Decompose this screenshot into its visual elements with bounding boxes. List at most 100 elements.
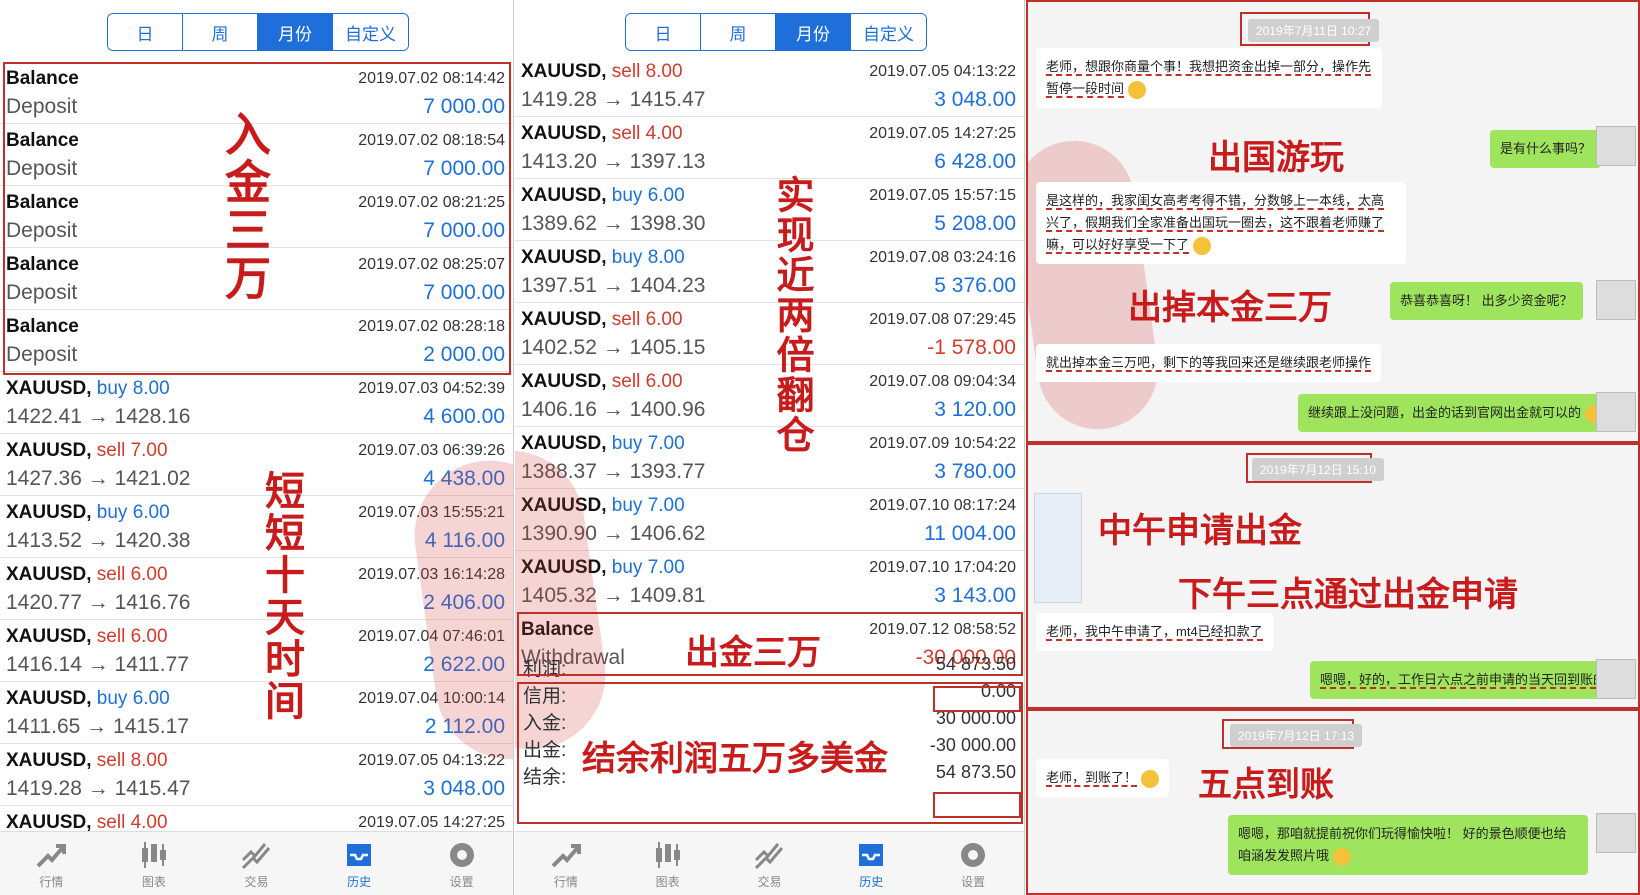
- message-text: 是有什么事吗？: [1500, 141, 1592, 156]
- tabbar-item[interactable]: 交易: [729, 837, 809, 890]
- trade-side: buy 7.00: [611, 557, 685, 578]
- tab-month[interactable]: 月份: [258, 14, 333, 50]
- trade-symbol: XAUUSD, buy 6.00: [521, 185, 685, 206]
- mt4-screenshot-thumbnail[interactable]: [1034, 493, 1082, 603]
- trade-row[interactable]: XAUUSD, sell 8.00 1419.28 → 1415.47 2019.0…: [0, 744, 513, 806]
- message-text: 老师，到账了！: [1046, 770, 1138, 787]
- trade-amount: 3 780.00: [934, 460, 1016, 483]
- avatar: [1596, 126, 1636, 166]
- trade-row[interactable]: XAUUSD, sell 4.00 1413.20 → 1397.13 2019.0…: [515, 117, 1024, 179]
- trade-symbol: XAUUSD, sell 6.00: [6, 564, 168, 585]
- grin-emoji-icon: [1140, 769, 1159, 788]
- tab-day[interactable]: 日: [108, 14, 183, 50]
- trade-symbol: XAUUSD, buy 8.00: [6, 378, 170, 399]
- chat-message: 恭喜恭喜呀！ 出多少资金呢？: [1390, 282, 1583, 320]
- tabbar-label: 设置: [961, 875, 986, 889]
- quotes-icon: [548, 837, 584, 873]
- trade-symbol: XAUUSD, sell 8.00: [6, 750, 168, 771]
- bottom-tabbar: 行情 图表 交易 历史 设置: [515, 831, 1024, 895]
- tabbar-item[interactable]: 行情: [526, 837, 606, 890]
- avatar: [1596, 280, 1636, 320]
- message-text: 恭喜恭喜呀！ 出多少资金呢？: [1400, 293, 1573, 308]
- trade-time: 2019.07.05 14:27:25: [358, 814, 505, 831]
- tabbar-item[interactable]: 历史: [319, 837, 399, 890]
- history-icon: [341, 837, 377, 873]
- tabbar-item[interactable]: 行情: [11, 837, 91, 890]
- trade-detail: 1389.62 → 1398.30: [521, 212, 706, 235]
- trade-symbol: XAUUSD, sell 6.00: [6, 626, 168, 647]
- deposit-annotation: 入金三万: [218, 110, 272, 302]
- period-tabs: 日 周 月份 自定义: [107, 13, 409, 51]
- message-text: 老师，想跟你商量个事！我想把资金出掉一部分，操作先暂停一段时间: [1046, 59, 1372, 98]
- trade-amount: 3 048.00: [423, 777, 505, 800]
- tab-month[interactable]: 月份: [776, 14, 851, 50]
- trade-time: 2019.07.03 06:39:26: [358, 442, 505, 459]
- message-text: 嗯嗯，那咱就提前祝你们玩得愉快啦！ 好的景色顺便也给咱涵发发照片哦: [1238, 826, 1567, 863]
- tabbar-item[interactable]: 图表: [114, 837, 194, 890]
- trade-detail: 1422.41 → 1428.16: [6, 405, 191, 428]
- trade-side: sell 8.00: [611, 61, 683, 82]
- trade-side: buy 8.00: [611, 247, 685, 268]
- approved-annotation: 下午三点通过出金申请: [1178, 575, 1518, 615]
- tabbar-item[interactable]: 图表: [628, 837, 708, 890]
- quotes-icon: [33, 837, 69, 873]
- trade-row[interactable]: XAUUSD, sell 8.00 1419.28 → 1415.47 2019.0…: [515, 55, 1024, 117]
- trade-side: buy 7.00: [611, 433, 685, 454]
- trade-time: 2019.07.05 04:13:22: [358, 752, 505, 769]
- tab-day[interactable]: 日: [626, 14, 701, 50]
- trade-row[interactable]: XAUUSD, buy 7.00 1390.90 → 1406.62 2019.07…: [515, 489, 1024, 551]
- trade-time: 2019.07.05 15:57:15: [869, 187, 1016, 204]
- trade-symbol: XAUUSD, buy 7.00: [521, 433, 685, 454]
- trade-time: 2019.07.08 07:29:45: [869, 311, 1016, 328]
- message-text: 是这样的，我家闺女高考考得不错，分数够上一本线，太高兴了，假期我们全家准备出国玩…: [1046, 193, 1385, 254]
- trade-side: sell 6.00: [611, 309, 683, 330]
- settings-icon: [444, 837, 480, 873]
- settings-icon: [955, 837, 991, 873]
- trade-side: buy 7.00: [611, 495, 685, 516]
- trade-side: sell 8.00: [96, 750, 168, 771]
- tab-week[interactable]: 周: [701, 14, 776, 50]
- trade-amount: 5 208.00: [934, 212, 1016, 235]
- wink-emoji-icon: [1332, 847, 1351, 866]
- tab-week[interactable]: 周: [183, 14, 258, 50]
- tabbar-label: 图表: [141, 875, 166, 889]
- tabbar-label: 图表: [655, 875, 680, 889]
- trade-symbol: XAUUSD, sell 4.00: [6, 812, 168, 831]
- trade-detail: 1406.16 → 1400.96: [521, 398, 706, 421]
- trade-row[interactable]: XAUUSD, sell 4.00 2019.07.05 14:27:25: [0, 806, 513, 831]
- chat-message: 老师，想跟你商量个事！我想把资金出掉一部分，操作先暂停一段时间: [1036, 48, 1382, 108]
- tabbar-label: 历史: [859, 875, 884, 889]
- tabbar-item[interactable]: 设置: [422, 837, 502, 890]
- grin-emoji-icon: [1192, 236, 1211, 255]
- travel-annotation: 出国游玩: [1208, 138, 1344, 178]
- history-panel-middle: 日 周 月份 自定义 XAUUSD, sell 8.00 1419.28 → 14…: [515, 0, 1025, 895]
- tab-custom[interactable]: 自定义: [851, 14, 926, 50]
- trade-symbol: XAUUSD, sell 7.00: [6, 440, 168, 461]
- trade-time: 2019.07.08 03:24:16: [869, 249, 1016, 266]
- history-panel-left: 日 周 月份 自定义 Balance Deposit 2019.07.02 08:…: [0, 0, 514, 895]
- trade-symbol: XAUUSD, sell 6.00: [521, 309, 683, 330]
- grin-emoji-icon: [1127, 80, 1146, 99]
- trade-symbol: XAUUSD, sell 4.00: [521, 123, 683, 144]
- trade-icon: [751, 837, 787, 873]
- chat-message: 是有什么事吗？: [1490, 130, 1602, 168]
- trade-side: sell 4.00: [96, 812, 168, 831]
- trade-detail: 1411.65 → 1415.17: [6, 715, 189, 738]
- trade-amount: 4 600.00: [423, 405, 505, 428]
- trade-detail: 1402.52 → 1405.15: [521, 336, 706, 359]
- trade-side: buy 6.00: [96, 688, 170, 709]
- tab-custom[interactable]: 自定义: [333, 14, 408, 50]
- trade-side: sell 6.00: [611, 371, 683, 392]
- trade-amount: 3 120.00: [934, 398, 1016, 421]
- tabbar-item[interactable]: 交易: [216, 837, 296, 890]
- period-annotation: 短短十天时间: [258, 470, 304, 722]
- trade-row[interactable]: XAUUSD, buy 8.00 1422.41 → 1428.16 2019.07…: [0, 372, 513, 434]
- trade-detail: 1427.36 → 1421.02: [6, 467, 191, 490]
- double-annotation: 实现近两倍翻仓: [770, 175, 814, 455]
- trade-symbol: XAUUSD, buy 8.00: [521, 247, 685, 268]
- message-text: 继续跟上没问题，出金的话到官网出金就可以的: [1308, 405, 1582, 420]
- tabbar-item[interactable]: 历史: [831, 837, 911, 890]
- trade-time: 2019.07.05 14:27:25: [869, 125, 1016, 142]
- tabbar-item[interactable]: 设置: [933, 837, 1013, 890]
- tabbar-label: 行情: [39, 875, 64, 889]
